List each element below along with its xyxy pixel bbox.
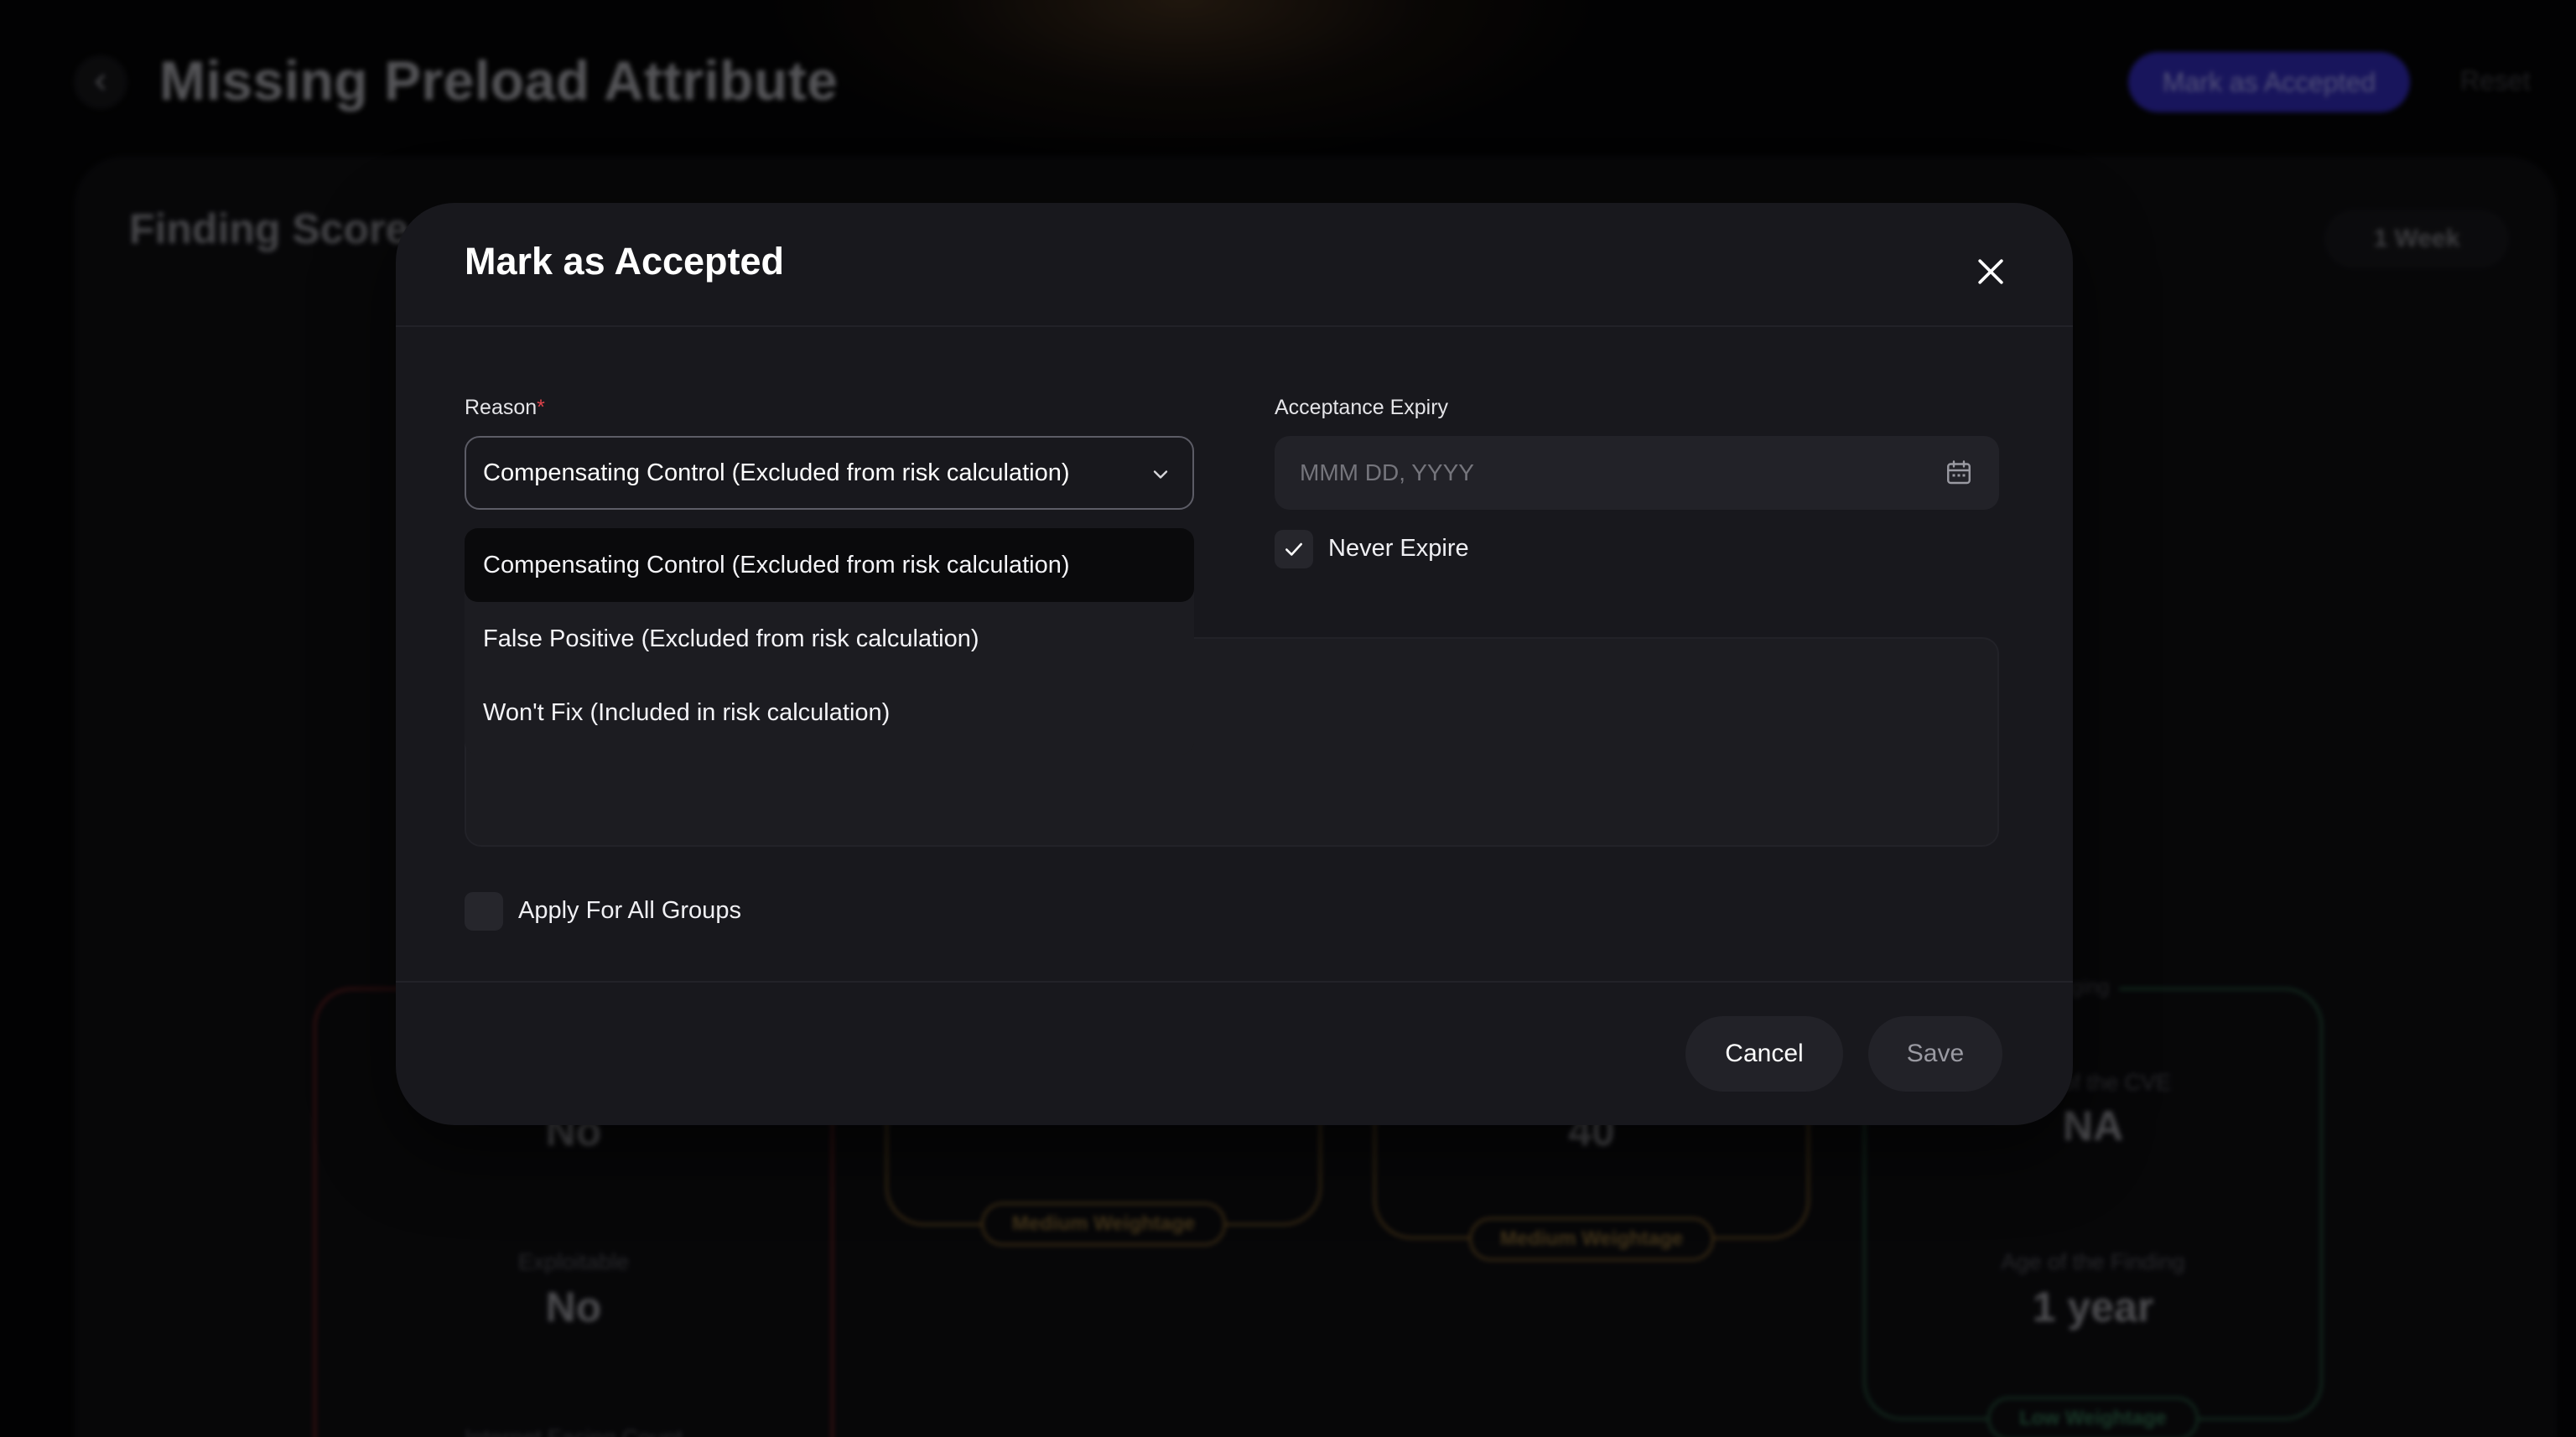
calendar-icon[interactable] [1944,458,1974,488]
page: Missing Preload Attribute Mark as Accept… [0,0,2576,1437]
header-divider [396,325,2073,327]
reason-label: Reason* [465,396,545,420]
close-button[interactable] [1972,253,2009,290]
reason-select[interactable]: Compensating Control (Excluded from risk… [465,436,1194,510]
required-mark: * [537,396,545,419]
reason-dropdown-menu: Compensating Control (Excluded from risk… [465,528,1194,755]
footer-divider [396,981,2073,983]
apply-all-groups-label: Apply For All Groups [518,897,741,924]
check-icon [1285,542,1302,556]
save-button[interactable]: Save [1868,1016,2002,1092]
mark-as-accepted-modal: Mark as Accepted Reason* Compensating Co… [396,203,2073,1125]
expiry-placeholder: MMM DD, YYYY [1300,459,1474,485]
reason-selected-value: Compensating Control (Excluded from risk… [483,459,1070,486]
chevron-down-icon [1153,470,1168,479]
expiry-label: Acceptance Expiry [1275,396,1449,419]
close-icon [1978,259,2003,284]
never-expire-checkbox[interactable] [1275,530,1313,568]
reason-option[interactable]: False Positive (Excluded from risk calcu… [465,602,1194,676]
modal-title: Mark as Accepted [465,240,785,283]
expiry-date-input[interactable]: MMM DD, YYYY [1275,436,1999,510]
cancel-button[interactable]: Cancel [1685,1016,1843,1092]
reason-label-text: Reason [465,396,538,419]
reason-option[interactable]: Won't Fix (Included in risk calculation) [465,676,1194,750]
never-expire-label: Never Expire [1328,535,1469,562]
reason-option[interactable]: Compensating Control (Excluded from risk… [465,528,1194,602]
apply-all-groups-checkbox[interactable] [465,892,503,931]
